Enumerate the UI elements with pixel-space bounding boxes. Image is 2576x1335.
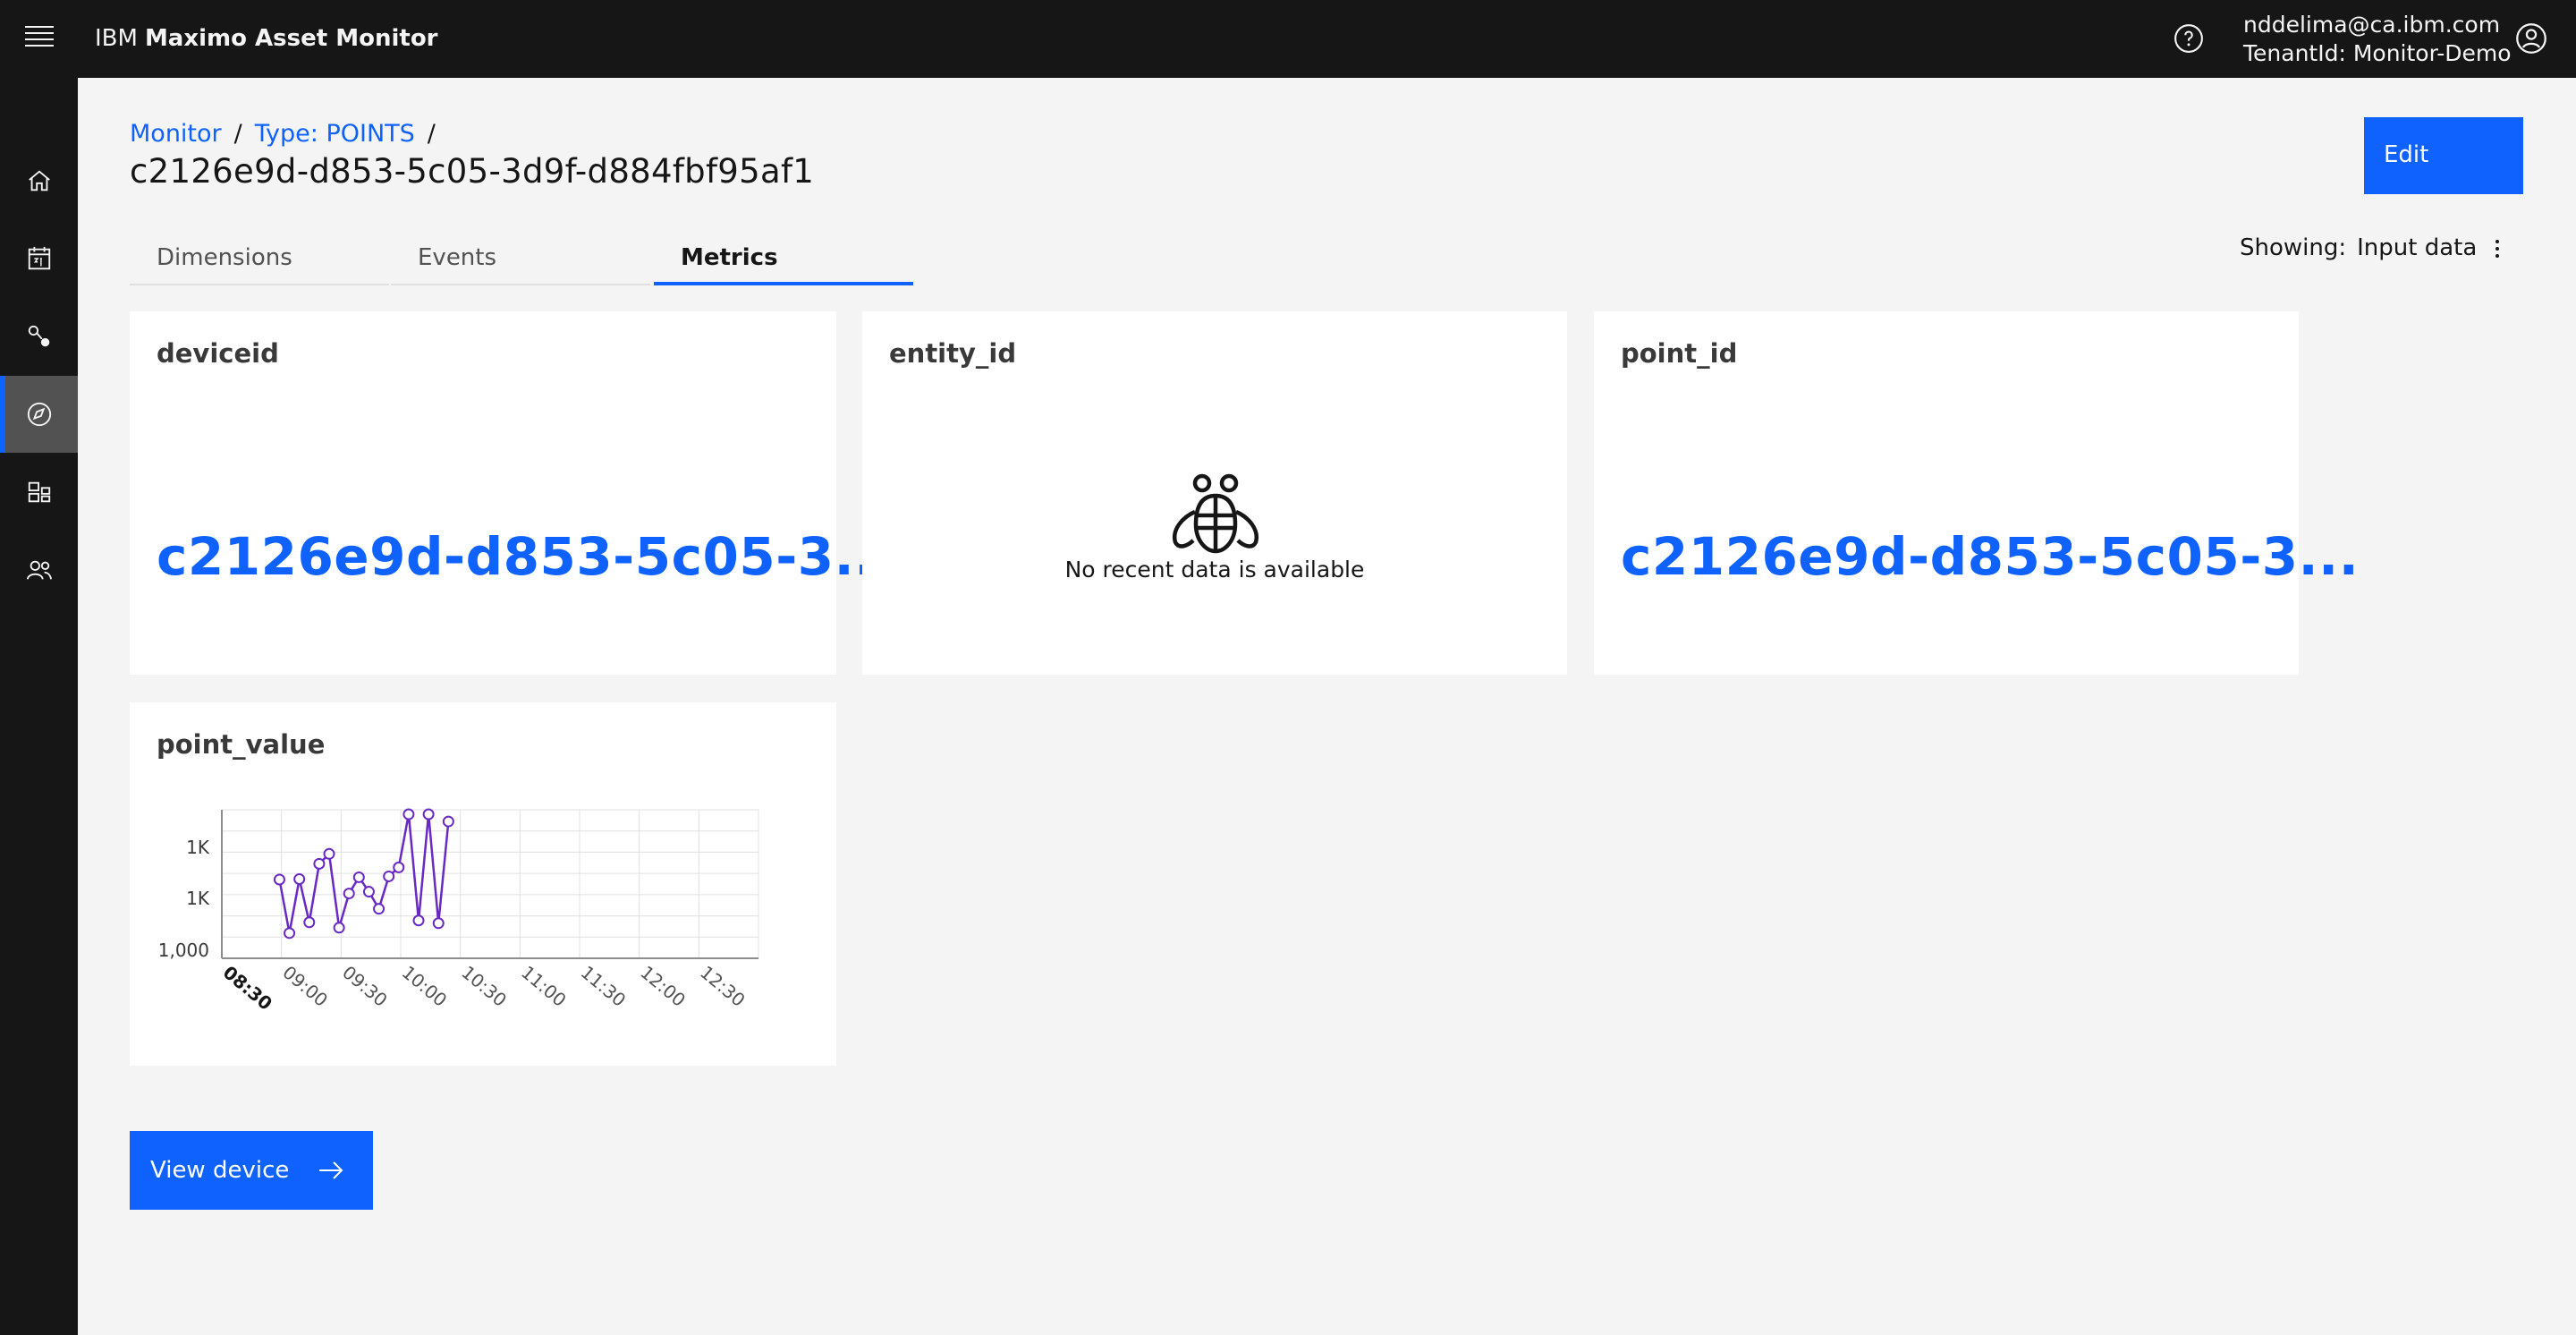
user-info[interactable]: nddelima@ca.ibm.com TenantId: Monitor-De… bbox=[2243, 11, 2512, 68]
dashboard-icon bbox=[28, 481, 50, 503]
menu-icon[interactable] bbox=[25, 26, 54, 49]
product-name: Maximo Asset Monitor bbox=[144, 25, 438, 52]
nav-home[interactable] bbox=[0, 142, 78, 219]
showing-label: Showing: bbox=[2240, 234, 2347, 261]
card-value: c2126e9d-d853-5c05-3... bbox=[157, 526, 895, 587]
compass-icon bbox=[27, 402, 51, 427]
tenant-id: TenantId: Monitor-Demo bbox=[2243, 40, 2512, 66]
card-title: deviceid bbox=[157, 338, 279, 369]
showing-value: Input data bbox=[2357, 234, 2478, 261]
data-point bbox=[442, 815, 454, 828]
metric-card-deviceid: deviceid c2126e9d-d853-5c05-3... bbox=[130, 311, 894, 675]
x-tick-label: 12:30 bbox=[696, 961, 750, 1010]
x-tick-label: 09:00 bbox=[278, 961, 332, 1010]
data-point bbox=[273, 873, 285, 886]
x-tick-label: 08:30 bbox=[219, 961, 276, 1014]
view-device-label: View device bbox=[150, 1157, 290, 1184]
data-point bbox=[333, 922, 345, 934]
metric-card-entity-id: entity_id No recent data is available bbox=[862, 311, 1567, 675]
data-point bbox=[402, 808, 415, 821]
page-title: c2126e9d-d853-5c05-3d9f-d884fbf95af1 bbox=[130, 152, 815, 191]
nav-monitor[interactable] bbox=[0, 376, 78, 453]
overflow-menu-icon[interactable] bbox=[2490, 236, 2504, 261]
home-icon bbox=[28, 170, 50, 191]
metric-card-point-value: point_value 1,000 1K 1K 08:30 09:00 09:30 10:0… bbox=[130, 702, 836, 1066]
user-admin-icon bbox=[26, 560, 52, 580]
breadcrumb-separator: / bbox=[233, 120, 242, 148]
data-point bbox=[313, 857, 326, 870]
data-point bbox=[284, 927, 296, 940]
bee-icon bbox=[1172, 473, 1259, 554]
y-tick-label: 1K bbox=[186, 888, 210, 909]
data-point bbox=[303, 916, 316, 929]
help-icon[interactable] bbox=[2174, 23, 2204, 54]
x-tick-label: 09:30 bbox=[338, 961, 392, 1010]
data-point bbox=[432, 917, 445, 930]
top-header: IBM Maximo Asset Monitor nddelima@ca.ibm.… bbox=[0, 0, 2576, 78]
point-value-line-chart[interactable]: 1,0001K1K08:30 09:00 09:30 10:00 10:30 11:00 1… bbox=[130, 702, 836, 1066]
card-title: point_id bbox=[1621, 338, 1738, 369]
side-nav bbox=[0, 78, 78, 1335]
brand-prefix: IBM bbox=[95, 25, 138, 52]
breadcrumb-link-type[interactable]: Type: POINTS bbox=[255, 120, 415, 148]
connection-icon bbox=[28, 325, 49, 347]
edit-button[interactable]: Edit bbox=[2364, 117, 2523, 194]
x-tick-label: 10:00 bbox=[398, 961, 452, 1010]
data-point bbox=[343, 888, 355, 900]
app-brand[interactable]: IBM Maximo Asset Monitor bbox=[95, 25, 438, 52]
data-point bbox=[373, 903, 386, 915]
x-tick-label: 12:00 bbox=[636, 961, 690, 1010]
data-point bbox=[422, 808, 435, 821]
breadcrumb-separator: / bbox=[427, 120, 436, 148]
data-point bbox=[352, 871, 365, 883]
user-avatar-icon[interactable] bbox=[2515, 22, 2547, 55]
data-source-selector[interactable]: Showing: Input data bbox=[2240, 234, 2477, 261]
breadcrumb: Monitor / Type: POINTS / bbox=[130, 120, 448, 148]
nav-users[interactable] bbox=[0, 531, 78, 608]
arrow-right-icon bbox=[319, 1161, 343, 1179]
card-title: entity_id bbox=[889, 338, 1017, 369]
y-tick-label: 1K bbox=[186, 837, 210, 858]
card-value: c2126e9d-d853-5c05-3... bbox=[1621, 526, 2360, 587]
x-tick-label: 10:30 bbox=[457, 961, 511, 1010]
data-point bbox=[362, 886, 375, 898]
tab-dimensions[interactable]: Dimensions bbox=[130, 237, 389, 285]
tab-events[interactable]: Events bbox=[391, 237, 650, 285]
empty-state-text: No recent data is available bbox=[1064, 557, 1365, 582]
y-tick-label: 1,000 bbox=[158, 940, 209, 961]
x-tick-label: 11:30 bbox=[577, 961, 631, 1010]
user-email: nddelima@ca.ibm.com bbox=[2243, 12, 2501, 38]
tab-metrics[interactable]: Metrics bbox=[654, 237, 913, 285]
data-point bbox=[323, 847, 335, 860]
data-point bbox=[383, 870, 395, 882]
nav-calendar[interactable] bbox=[0, 220, 78, 297]
x-tick-label: 11:00 bbox=[517, 961, 571, 1010]
breadcrumb-link-monitor[interactable]: Monitor bbox=[130, 120, 222, 148]
metric-card-point-id: point_id c2126e9d-d853-5c05-3... bbox=[1594, 311, 2359, 675]
data-point bbox=[412, 914, 425, 927]
nav-dashboard[interactable] bbox=[0, 454, 78, 531]
data-point bbox=[293, 872, 306, 885]
nav-connections[interactable] bbox=[0, 298, 78, 375]
view-device-button[interactable]: View device bbox=[130, 1131, 373, 1210]
data-point bbox=[393, 861, 405, 873]
calendar-icon bbox=[28, 246, 50, 270]
